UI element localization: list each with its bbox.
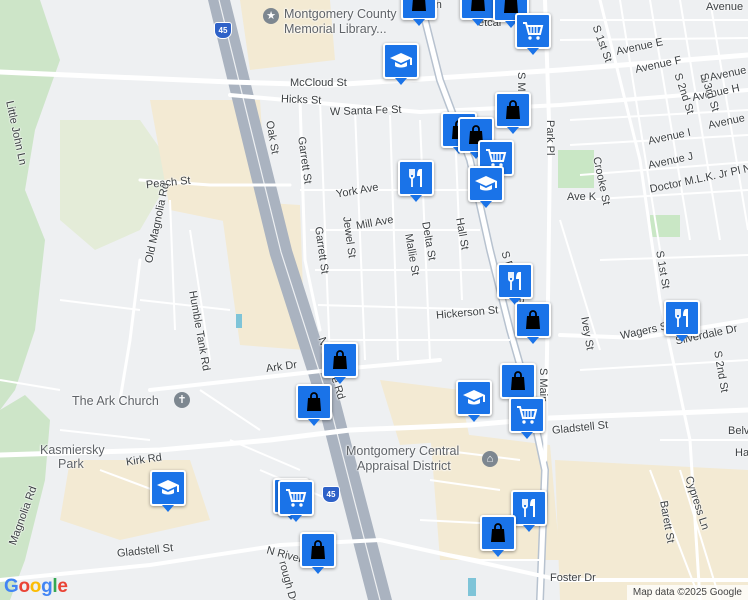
- street-label: Avenue: [706, 1, 744, 13]
- street-label: S M: [515, 72, 527, 92]
- map-canvas[interactable]: ★ ✝ ⌂ Montgomery County Memorial Library…: [0, 0, 748, 600]
- restaurant-icon: [503, 269, 527, 293]
- restaurant-icon: [517, 496, 541, 520]
- shopping-icon: [407, 0, 431, 14]
- restaurant-icon: [670, 306, 694, 330]
- grocery-pin-3[interactable]: [509, 397, 545, 439]
- shopping-pin-8[interactable]: [322, 342, 358, 384]
- map-attribution[interactable]: Map data ©2025 Google: [626, 585, 748, 600]
- restaurant-pin-2[interactable]: [497, 263, 533, 305]
- google-logo: Google: [4, 576, 68, 597]
- grocery-icon: [521, 19, 545, 43]
- shopping-icon: [506, 369, 530, 393]
- shopping-icon: [501, 98, 525, 122]
- appraisal-label-2: Appraisal District: [357, 459, 451, 473]
- map-base-layer: [0, 0, 748, 600]
- i45-shield-icon: 45: [322, 486, 340, 503]
- grocery-pin-4[interactable]: [278, 480, 314, 522]
- school-pin-4[interactable]: [150, 470, 186, 512]
- shopping-pin-12[interactable]: [480, 515, 516, 557]
- grocery-pin-1[interactable]: [515, 13, 551, 55]
- school-icon: [474, 172, 498, 196]
- restaurant-pin-3[interactable]: [664, 300, 700, 342]
- grocery-icon: [284, 486, 308, 510]
- shopping-pin-2[interactable]: [460, 0, 496, 26]
- shopping-icon: [302, 390, 326, 414]
- shopping-pin-10[interactable]: [500, 363, 536, 405]
- library-poi-icon[interactable]: ★: [263, 8, 279, 24]
- park-label-1: Kasmiersky: [40, 443, 105, 457]
- school-pin-3[interactable]: [456, 380, 492, 422]
- school-icon: [462, 386, 486, 410]
- shopping-icon: [328, 348, 352, 372]
- shopping-pin-7[interactable]: [515, 302, 551, 344]
- street-label: Foster Dr: [550, 572, 596, 584]
- shopping-pin-13[interactable]: [300, 532, 336, 574]
- shopping-icon: [466, 0, 490, 14]
- shopping-pin-4[interactable]: [495, 92, 531, 134]
- school-pin-1[interactable]: [383, 43, 419, 85]
- school-pin-2[interactable]: [468, 166, 504, 208]
- grocery-icon: [515, 403, 539, 427]
- i45-shield-icon: 45: [214, 22, 232, 39]
- shopping-pin-1[interactable]: [401, 0, 437, 26]
- church-label: The Ark Church: [72, 394, 159, 408]
- street-label: Ha: [735, 447, 748, 459]
- street-label: Park Pl: [544, 120, 556, 156]
- school-icon: [389, 49, 413, 73]
- street-label: McCloud St: [290, 77, 347, 89]
- restaurant-icon: [404, 166, 428, 190]
- school-icon: [156, 476, 180, 500]
- church-poi-icon[interactable]: ✝: [174, 392, 190, 408]
- park-label-2: Park: [58, 457, 84, 471]
- shopping-icon: [521, 308, 545, 332]
- appraisal-poi-icon[interactable]: ⌂: [482, 451, 498, 467]
- library-label-1: Montgomery County: [284, 7, 397, 21]
- library-label-2: Memorial Library...: [284, 22, 387, 36]
- restaurant-pin-1[interactable]: [398, 160, 434, 202]
- appraisal-label-1: Montgomery Central: [346, 444, 460, 458]
- shopping-icon: [486, 521, 510, 545]
- street-label: Ave K: [567, 191, 597, 203]
- street-label: Belv: [728, 425, 748, 437]
- restaurant-pin-4[interactable]: [511, 490, 547, 532]
- shopping-icon: [306, 538, 330, 562]
- street-label: Hicks St: [280, 93, 322, 107]
- shopping-pin-9[interactable]: [296, 384, 332, 426]
